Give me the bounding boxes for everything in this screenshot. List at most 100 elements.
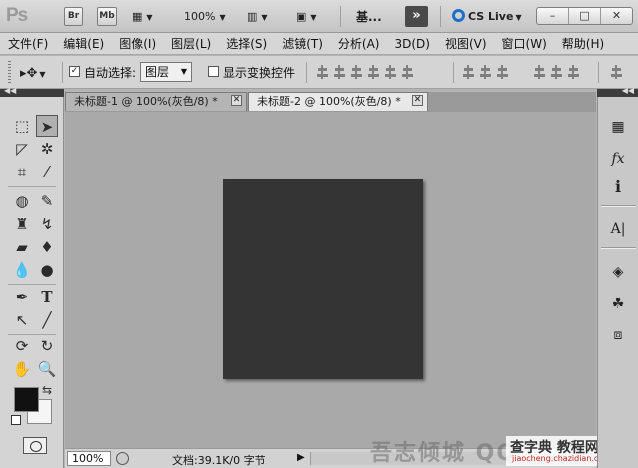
line-tool[interactable]: ╱ bbox=[36, 309, 58, 331]
close-icon[interactable]: ✕ bbox=[412, 95, 423, 106]
align-top-icon[interactable] bbox=[316, 65, 329, 79]
menu-edit[interactable]: 编辑(E) bbox=[63, 35, 104, 52]
distribute-top-icon[interactable] bbox=[462, 65, 475, 79]
layers-icon[interactable]: ◈ bbox=[606, 260, 630, 284]
align-buttons bbox=[316, 65, 414, 79]
workspace-name[interactable]: 基... bbox=[356, 8, 382, 25]
arrange-documents-dropdown[interactable]: ▥ ▼ bbox=[247, 9, 268, 25]
tab-title: 未标题-1 @ 100%(灰色/8) * bbox=[74, 95, 218, 108]
type-tool[interactable]: T bbox=[36, 286, 58, 308]
minimize-button[interactable]: – bbox=[537, 8, 569, 24]
distribute-bottom-icon[interactable] bbox=[496, 65, 509, 79]
distribute-vertical-buttons bbox=[462, 65, 509, 79]
options-bar: ▸✥ ▼ ✓ 自动选择: 图层 ▼ 显示变换控件 bbox=[0, 56, 638, 89]
align-left-icon[interactable] bbox=[367, 65, 380, 79]
status-menu-arrow[interactable]: ▶ bbox=[297, 452, 305, 463]
distribute-hcenter-icon[interactable] bbox=[550, 65, 563, 79]
menu-window[interactable]: 窗口(W) bbox=[502, 35, 547, 52]
maximize-button[interactable]: □ bbox=[569, 8, 601, 24]
eyedropper-tool[interactable]: ⁄ bbox=[36, 161, 58, 183]
panel-dock: ▦ fx ℹ A| ◈ ☘ ⧈ bbox=[597, 97, 638, 468]
pen-tool[interactable]: ✒ bbox=[11, 286, 33, 308]
document-tabs: 未标题-1 @ 100%(灰色/8) * ✕ 未标题-2 @ 100%(灰色/8… bbox=[65, 92, 596, 112]
tools-panel-header[interactable]: ◀◀ bbox=[0, 86, 64, 97]
channels-icon[interactable]: ☘ bbox=[606, 292, 630, 316]
lasso-tool[interactable]: ◸ bbox=[11, 138, 33, 160]
auto-select-checkbox[interactable]: ✓ bbox=[69, 66, 80, 77]
chevron-down-icon: ▼ bbox=[146, 13, 153, 22]
distribute-vcenter-icon[interactable] bbox=[479, 65, 492, 79]
info-icon[interactable]: ℹ bbox=[606, 175, 630, 199]
marquee-tool[interactable]: ⬚ bbox=[11, 115, 33, 137]
application-bar: Ps Br Mb ▦ ▼ 100% ▼ ▥ ▼ ▣ ▼ 基... » CS Live ▼ … bbox=[0, 0, 638, 33]
tool-preset-picker[interactable]: ▸✥ ▼ bbox=[20, 66, 46, 81]
chevron-down-icon: ▼ bbox=[39, 70, 46, 79]
close-icon[interactable]: ✕ bbox=[231, 95, 242, 106]
tab-document-1[interactable]: 未标题-1 @ 100%(灰色/8) * ✕ bbox=[65, 92, 247, 111]
screen-mode-dropdown[interactable]: ▣ ▼ bbox=[296, 9, 317, 25]
paint-bucket-tool[interactable]: ♦ bbox=[36, 236, 58, 258]
menu-help[interactable]: 帮助(H) bbox=[562, 35, 604, 52]
document-canvas[interactable] bbox=[223, 179, 423, 379]
menu-file[interactable]: 文件(F) bbox=[8, 35, 48, 52]
styles-fx-icon[interactable]: fx bbox=[606, 147, 630, 171]
zoom-value: 100% bbox=[184, 10, 216, 23]
menu-view[interactable]: 视图(V) bbox=[445, 35, 487, 52]
menu-bar: 文件(F) 编辑(E) 图像(I) 图层(L) 选择(S) 滤镜(T) 分析(A… bbox=[0, 33, 638, 55]
show-transform-checkbox[interactable] bbox=[208, 66, 219, 77]
more-workspaces-button[interactable]: » bbox=[405, 6, 428, 27]
align-bottom-icon[interactable] bbox=[350, 65, 363, 79]
crop-tool[interactable]: ⌗ bbox=[11, 161, 33, 183]
menu-image[interactable]: 图像(I) bbox=[119, 35, 156, 52]
bridge-button[interactable]: Br bbox=[64, 7, 83, 26]
histogram-icon[interactable]: ▦ bbox=[606, 115, 630, 139]
path-selection-tool[interactable]: ↖ bbox=[11, 309, 33, 331]
move-tool[interactable]: ➤ bbox=[36, 115, 58, 137]
dodge-tool[interactable]: ● bbox=[36, 259, 58, 281]
menu-3d[interactable]: 3D(D) bbox=[394, 37, 429, 51]
zoom-dropdown[interactable]: 100% ▼ bbox=[184, 9, 226, 25]
auto-align-icon[interactable] bbox=[610, 65, 623, 79]
menu-analysis[interactable]: 分析(A) bbox=[338, 35, 380, 52]
auto-select-target-select[interactable]: 图层 ▼ bbox=[140, 62, 192, 82]
blur-tool[interactable]: 💧 bbox=[11, 259, 33, 281]
navigator-icon[interactable] bbox=[116, 452, 129, 465]
view-extras-dropdown[interactable]: ▦ ▼ bbox=[132, 9, 153, 25]
align-right-icon[interactable] bbox=[401, 65, 414, 79]
menu-select[interactable]: 选择(S) bbox=[226, 35, 267, 52]
3d-orbit-tool[interactable]: ↻ bbox=[36, 335, 58, 357]
arrange-icon: ▥ bbox=[247, 10, 258, 23]
history-brush-tool[interactable]: ↯ bbox=[36, 213, 58, 235]
eraser-tool[interactable]: ▰ bbox=[11, 236, 33, 258]
canvas-area[interactable] bbox=[65, 112, 596, 448]
minibridge-button[interactable]: Mb bbox=[97, 7, 117, 26]
auto-align-buttons bbox=[610, 65, 623, 79]
cs-live-button[interactable]: CS Live ▼ bbox=[452, 9, 522, 23]
align-hcenter-icon[interactable] bbox=[384, 65, 397, 79]
grip-handle[interactable] bbox=[8, 61, 11, 84]
quick-mask-button[interactable] bbox=[23, 437, 47, 454]
zoom-tool[interactable]: 🔍 bbox=[36, 358, 58, 380]
hand-tool[interactable]: ✋ bbox=[11, 358, 33, 380]
brush-tool[interactable]: ✎ bbox=[36, 190, 58, 212]
transform-icon[interactable]: ⧈ bbox=[606, 323, 630, 347]
tab-document-2[interactable]: 未标题-2 @ 100%(灰色/8) * ✕ bbox=[248, 92, 428, 111]
close-button[interactable]: ✕ bbox=[601, 8, 632, 24]
dock-panel-header[interactable]: ◀◀ bbox=[597, 86, 638, 97]
zoom-field[interactable]: 100% bbox=[67, 451, 111, 466]
3d-rotate-tool[interactable]: ⟳ bbox=[11, 335, 33, 357]
chevron-down-icon: ▼ bbox=[310, 13, 317, 22]
foreground-color-swatch[interactable] bbox=[14, 387, 39, 412]
clone-stamp-tool[interactable]: ♜ bbox=[11, 213, 33, 235]
distribute-right-icon[interactable] bbox=[567, 65, 580, 79]
character-icon[interactable]: A| bbox=[606, 217, 630, 241]
quick-selection-tool[interactable]: ✲ bbox=[36, 138, 58, 160]
distribute-left-icon[interactable] bbox=[533, 65, 546, 79]
align-vcenter-icon[interactable] bbox=[333, 65, 346, 79]
default-colors-icon[interactable] bbox=[11, 415, 21, 425]
swap-colors-icon[interactable]: ⇆ bbox=[42, 383, 52, 397]
menu-layer[interactable]: 图层(L) bbox=[171, 35, 211, 52]
menu-filter[interactable]: 滤镜(T) bbox=[282, 35, 323, 52]
spot-healing-tool[interactable]: ◍ bbox=[11, 190, 33, 212]
separator bbox=[306, 62, 307, 83]
